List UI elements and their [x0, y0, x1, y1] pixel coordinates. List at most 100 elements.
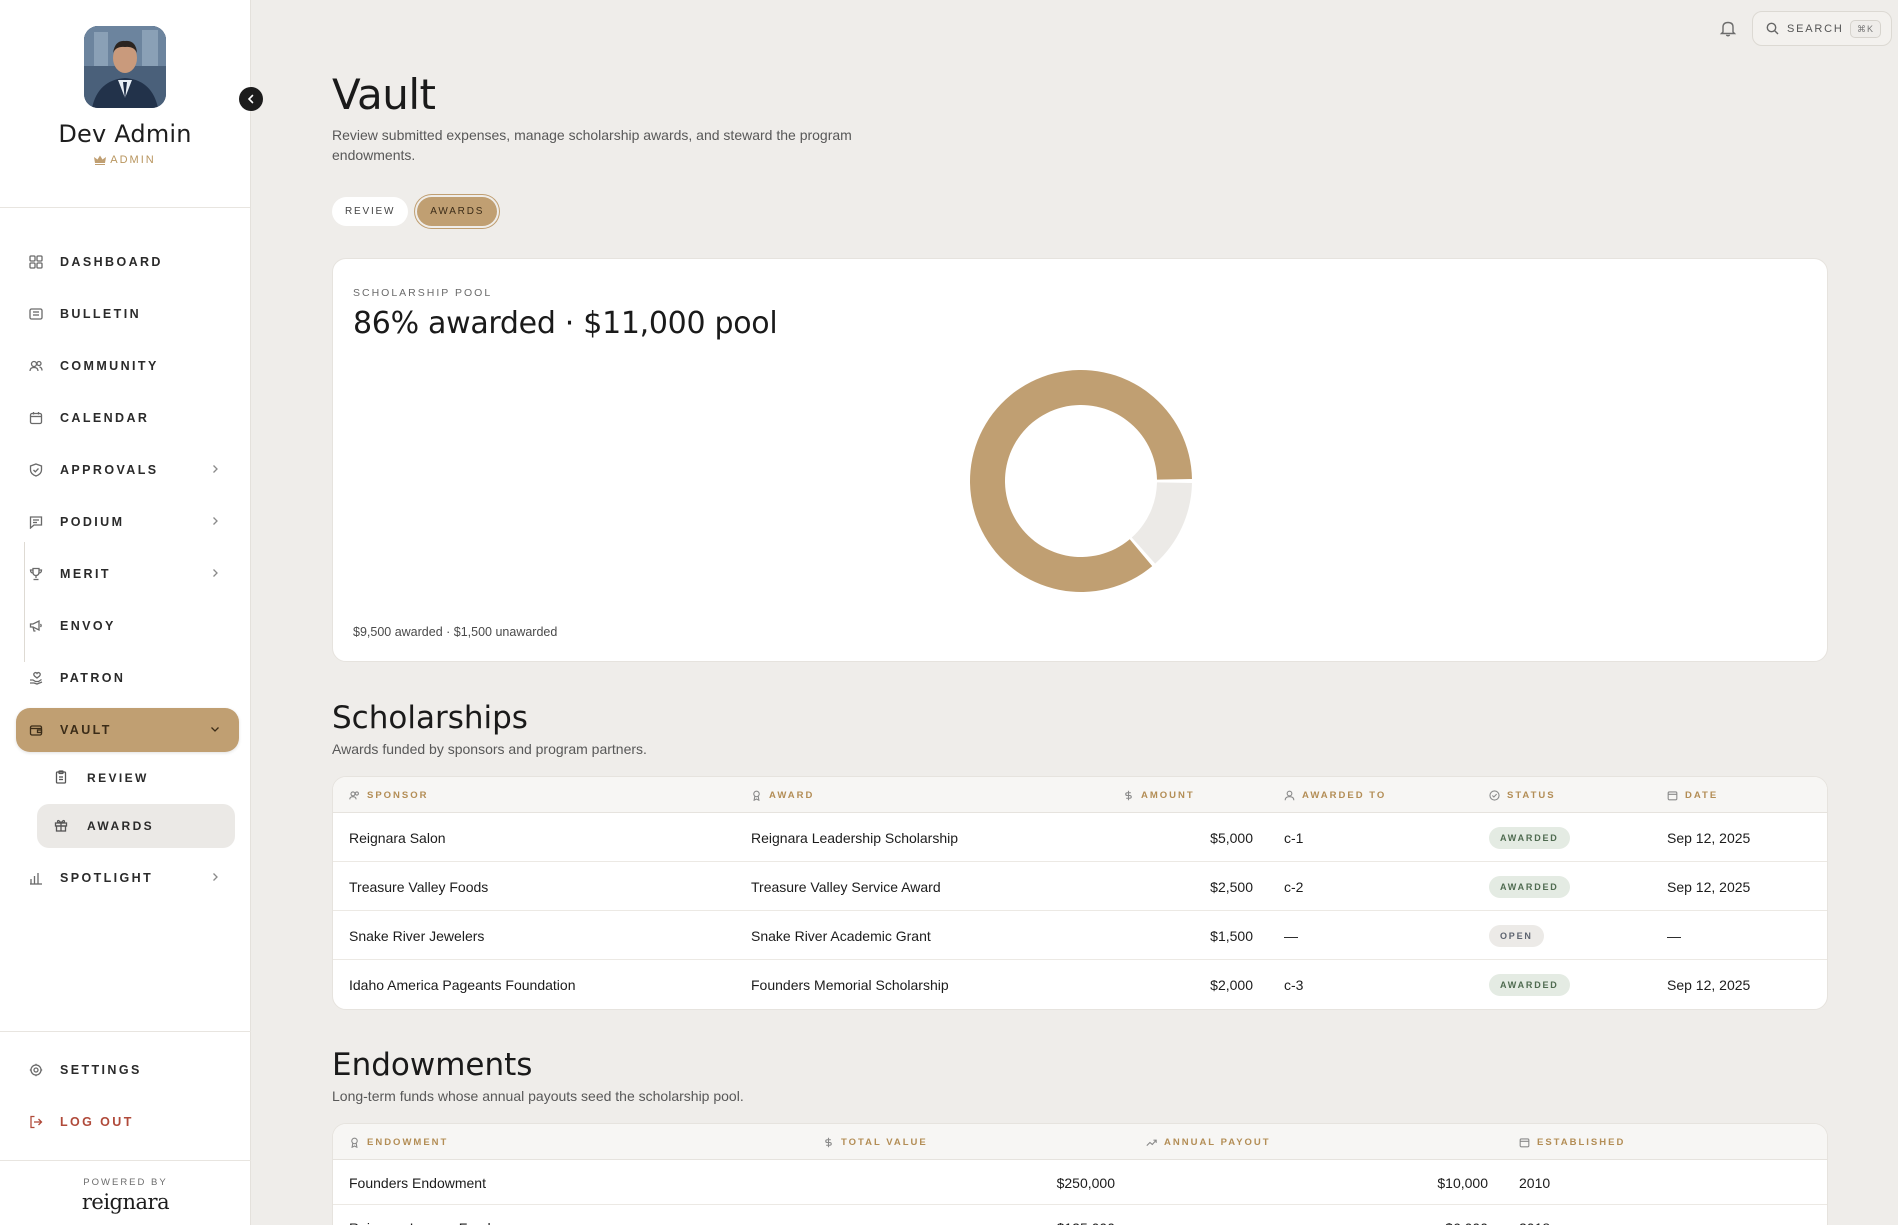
sidebar-item-podium[interactable]: PODIUM [16, 500, 239, 544]
search-icon [1766, 22, 1779, 35]
column-label: TOTAL VALUE [841, 1136, 928, 1148]
sidebar-item-settings[interactable]: SETTINGS [16, 1048, 239, 1092]
status-badge: AWARDED [1489, 826, 1570, 849]
submenu-rail [24, 542, 25, 662]
cell-endowment: Reignara Legacy Fund [349, 1205, 491, 1225]
sidebar-item-patron[interactable]: PATRON [16, 656, 239, 700]
cell-total-value: $250,000 [1056, 1174, 1115, 1191]
search-button[interactable]: SEARCH ⌘K [1752, 11, 1892, 46]
search-shortcut: ⌘K [1849, 20, 1881, 38]
sidebar-subitem-review[interactable]: REVIEW [37, 756, 235, 800]
sidebar-item-approvals[interactable]: APPROVALS [16, 448, 239, 492]
sidebar-item-label: APPROVALS [60, 463, 159, 477]
notifications-button[interactable] [1718, 18, 1738, 38]
sidebar-item-label: SETTINGS [60, 1063, 142, 1077]
column-total-value[interactable]: TOTAL VALUE [823, 1124, 928, 1160]
chevron-right-icon [213, 517, 218, 525]
tab-awards[interactable]: AWARDS [417, 197, 498, 226]
table-row[interactable]: Treasure Valley Foods Treasure Valley Se… [333, 862, 1827, 911]
table-row[interactable]: Reignara Legacy Fund $125,000 $6,000 201… [333, 1205, 1827, 1225]
table-row[interactable]: Reignara Salon Reignara Leadership Schol… [333, 813, 1827, 862]
cell-awarded-to: c-2 [1284, 878, 1304, 895]
sidebar-item-spotlight[interactable]: SPOTLIGHT [16, 856, 239, 900]
table-header: ENDOWMENT TOTAL VALUE ANNUAL PAYOUT ESTA… [333, 1124, 1827, 1160]
cell-annual-payout: $6,000 [1288, 1205, 1488, 1225]
chevron-left-icon [247, 94, 254, 104]
page-subtitle: Review submitted expenses, manage schola… [332, 127, 852, 163]
message-square-icon [28, 514, 44, 530]
column-endowment[interactable]: ENDOWMENT [349, 1124, 448, 1160]
column-sponsor[interactable]: SPONSOR [349, 777, 429, 813]
sidebar-item-label: PATRON [60, 671, 126, 685]
cell-sponsor: Idaho America Pageants Foundation [349, 976, 576, 993]
table-row[interactable]: Snake River Jewelers Snake River Academi… [333, 911, 1827, 960]
powered-by-footer: POWERED BY reignara [0, 1160, 251, 1225]
sidebar-item-envoy[interactable]: ENVOY [16, 604, 239, 648]
sidebar-subitem-awards[interactable]: AWARDS [37, 804, 235, 848]
sidebar-item-label: PODIUM [60, 515, 125, 529]
tab-review[interactable]: REVIEW [332, 197, 409, 226]
cell-award: Founders Memorial Scholarship [751, 976, 949, 993]
endowments-title: Endowments [332, 1047, 533, 1083]
cell-awarded-to: c-1 [1284, 829, 1304, 846]
sidebar-item-vault[interactable]: VAULT [16, 708, 239, 752]
cell-award: Snake River Academic Grant [751, 927, 931, 944]
column-annual-payout[interactable]: ANNUAL PAYOUT [1146, 1124, 1271, 1160]
award-ribbon-icon [351, 1137, 358, 1148]
clipboard-icon [54, 770, 70, 786]
chevron-right-icon [213, 569, 218, 577]
scholarships-table: SPONSOR AWARD AMOUNT AWARDED TO STATUS D… [332, 776, 1828, 1010]
table-header: SPONSOR AWARD AMOUNT AWARDED TO STATUS D… [333, 777, 1827, 813]
collapse-sidebar-button[interactable] [239, 87, 263, 111]
column-label: ANNUAL PAYOUT [1164, 1136, 1271, 1148]
bar-chart-icon [28, 870, 44, 886]
avatar[interactable] [84, 26, 166, 108]
dollar-icon [825, 1137, 832, 1147]
cell-amount: $1,500 [1210, 927, 1253, 944]
cell-sponsor: Reignara Salon [349, 829, 446, 846]
trending-up-icon [1146, 1139, 1157, 1146]
sidebar-item-dashboard[interactable]: DASHBOARD [16, 240, 239, 284]
bell-icon [1719, 21, 1737, 37]
calendar-icon [1667, 790, 1678, 800]
column-established[interactable]: ESTABLISHED [1519, 1124, 1625, 1160]
gift-icon [54, 818, 70, 834]
sidebar-item-merit[interactable]: MERIT [16, 552, 239, 596]
users-icon [349, 790, 359, 799]
cell-status: AWARDED [1489, 813, 1570, 862]
brand-logo: reignara [81, 1190, 170, 1214]
column-label: AWARD [769, 789, 815, 801]
donut-slice-unawarded[interactable] [1131, 482, 1192, 564]
table-row[interactable]: Founders Endowment $250,000 $10,000 2010 [333, 1160, 1827, 1205]
table-row[interactable]: Idaho America Pageants Foundation Founde… [333, 960, 1827, 1009]
column-award[interactable]: AWARD [751, 777, 814, 813]
crown-icon [94, 155, 107, 165]
users-icon [28, 358, 44, 374]
cell-status: AWARDED [1489, 862, 1570, 911]
cell-award: Treasure Valley Service Award [751, 878, 941, 895]
calendar-icon [28, 410, 44, 426]
sidebar-item-label: LOG OUT [60, 1115, 134, 1129]
status-badge: OPEN [1489, 924, 1544, 947]
sidebar-item-label: AWARDS [87, 819, 155, 833]
sidebar-item-calendar[interactable]: CALENDAR [16, 396, 239, 440]
sidebar-item-label: CALENDAR [60, 411, 150, 425]
column-status[interactable]: STATUS [1489, 777, 1556, 813]
sidebar-item-logout[interactable]: LOG OUT [16, 1100, 239, 1144]
scholarship-pool-card: SCHOLARSHIP POOL 86% awarded · $11,000 p… [332, 258, 1828, 662]
sidebar-item-community[interactable]: COMMUNITY [16, 344, 239, 388]
powered-by-label: POWERED BY [83, 1177, 168, 1188]
search-label: SEARCH [1787, 22, 1844, 35]
sidebar-item-label: DASHBOARD [60, 255, 163, 269]
sidebar-item-label: REVIEW [87, 771, 149, 785]
profile-role: ADMIN [0, 154, 250, 166]
sidebar-item-label: VAULT [60, 723, 112, 737]
column-date[interactable]: DATE [1667, 777, 1718, 813]
sidebar-item-label: BULLETIN [60, 307, 141, 321]
column-awarded-to[interactable]: AWARDED TO [1284, 777, 1386, 813]
endowments-subtitle: Long-term funds whose annual payouts see… [332, 1088, 744, 1104]
cell-established: 2018 [1519, 1205, 1550, 1225]
pool-footnote: $9,500 awarded · $1,500 unawarded [353, 625, 558, 639]
column-amount[interactable]: AMOUNT [1123, 777, 1195, 813]
sidebar-item-bulletin[interactable]: BULLETIN [16, 292, 239, 336]
